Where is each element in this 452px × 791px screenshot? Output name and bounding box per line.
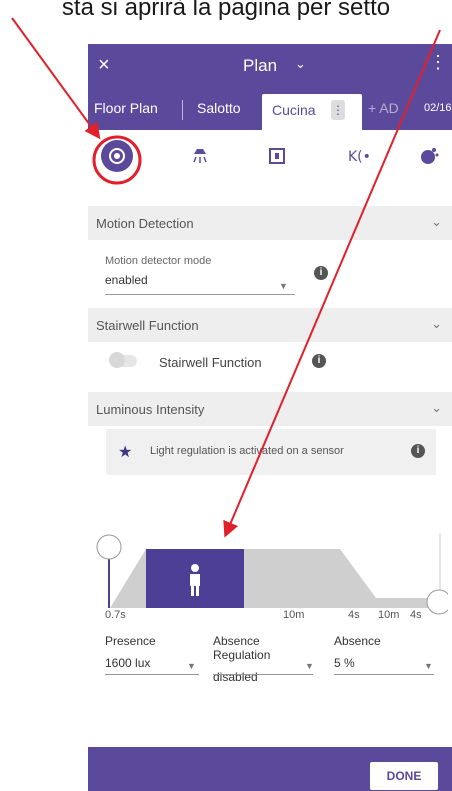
- phone-screen: × Plan ⌄ ⋮ Floor Plan Salotto Cucina ⋮ +…: [88, 44, 452, 791]
- add-tab-button[interactable]: + AD: [368, 100, 399, 116]
- selector-label: Absence: [334, 634, 381, 648]
- presence-slider-handle: [96, 534, 122, 560]
- room-tabs: Floor Plan Salotto Cucina ⋮ + AD 02/16: [88, 90, 452, 130]
- chevron-down-icon[interactable]: ⌄: [431, 214, 442, 230]
- tab-divider: [182, 100, 183, 120]
- scene-icon[interactable]: [416, 142, 444, 170]
- tab-cucina[interactable]: Cucina ⋮: [262, 94, 362, 130]
- person-icon-body: [190, 574, 200, 586]
- section-luminous-intensity[interactable]: Luminous Intensity ⌄: [88, 392, 452, 426]
- info-icon[interactable]: i: [312, 354, 326, 368]
- absence-regulation-selector[interactable]: Absence Regulation disabled ▼: [213, 634, 314, 684]
- dropdown-arrow-icon[interactable]: ▼: [187, 661, 196, 671]
- field-underline: [105, 294, 295, 295]
- footer-bar: DONE: [88, 747, 452, 791]
- section-title: Stairwell Function: [96, 318, 199, 333]
- ceiling-light-icon[interactable]: [186, 142, 214, 170]
- stairwell-toggle[interactable]: [109, 352, 137, 368]
- tab-floor-plan[interactable]: Floor Plan: [94, 100, 158, 116]
- info-icon[interactable]: i: [314, 266, 328, 280]
- presence-selector[interactable]: Presence 1600 lux ▼: [105, 634, 199, 675]
- person-icon-leg-right: [196, 586, 199, 596]
- more-vert-icon[interactable]: ⋮: [429, 52, 447, 73]
- annotation-arrow: [11, 17, 101, 140]
- absence-selector[interactable]: Absence 5 % ▼: [334, 634, 434, 675]
- caption-text: sta si aprirà la pagina per setto: [61, 0, 391, 21]
- close-icon[interactable]: ×: [98, 54, 110, 77]
- svg-text:K(•: K(•: [348, 149, 371, 165]
- sensor-message: ★ Light regulation is activated on a sen…: [106, 429, 436, 475]
- selector-underline: [105, 674, 199, 675]
- motion-mode-field[interactable]: Motion detector mode enabled: [105, 255, 211, 287]
- chevron-down-icon[interactable]: ⌄: [295, 56, 306, 72]
- timeline-label: 0.7s: [105, 609, 126, 621]
- selector-value[interactable]: disabled: [213, 670, 313, 684]
- absence-slider-handle: [426, 589, 448, 615]
- device-icon-row: K(•: [88, 130, 452, 190]
- selector-label: Absence Regulation: [213, 634, 271, 662]
- section-stairwell[interactable]: Stairwell Function ⌄: [88, 308, 452, 342]
- info-icon[interactable]: i: [411, 444, 425, 458]
- field-label: Motion detector mode: [105, 255, 212, 267]
- star-icon: ★: [118, 444, 133, 461]
- selector-underline: [334, 674, 434, 675]
- selector-underline: [213, 674, 313, 675]
- dropdown-arrow-icon[interactable]: ▼: [305, 661, 314, 671]
- selector-value[interactable]: 1600 lux: [105, 656, 199, 670]
- timeline-label: 4s: [348, 609, 360, 621]
- signal-icon[interactable]: K(•: [344, 142, 372, 170]
- section-title: Motion Detection: [96, 216, 194, 231]
- message-text: Light regulation is activated on a senso…: [150, 445, 344, 457]
- chevron-down-icon[interactable]: ⌄: [431, 400, 442, 416]
- dropdown-arrow-icon[interactable]: ▼: [424, 661, 433, 671]
- timeline-label: 10m: [378, 609, 400, 621]
- dropdown-arrow-icon[interactable]: ▼: [279, 281, 288, 291]
- motion-sensor-icon[interactable]: [101, 140, 133, 172]
- person-icon-head: [191, 564, 199, 572]
- toggle-label: Stairwell Function: [159, 355, 262, 370]
- switch-icon[interactable]: [263, 142, 291, 170]
- done-button[interactable]: DONE: [370, 762, 438, 790]
- person-icon-leg-left: [191, 586, 194, 596]
- top-app-bar: × Plan ⌄ ⋮: [88, 44, 452, 90]
- chevron-down-icon[interactable]: ⌄: [431, 316, 442, 332]
- tab-salotto[interactable]: Salotto: [197, 100, 241, 116]
- timeline-label: 4s: [410, 609, 422, 621]
- page-title[interactable]: Plan: [243, 56, 277, 76]
- timeline-label: 10m: [283, 609, 305, 621]
- section-title: Luminous Intensity: [96, 402, 205, 417]
- section-motion-detection[interactable]: Motion Detection ⌄: [88, 206, 452, 240]
- selector-label: Presence: [105, 634, 156, 648]
- tab-menu-icon[interactable]: ⋮: [331, 100, 345, 120]
- field-value[interactable]: enabled: [105, 273, 211, 287]
- tab-counter: 02/16: [422, 102, 452, 114]
- selector-value[interactable]: 5 %: [334, 656, 434, 670]
- tab-cucina-label: Cucina: [272, 102, 316, 118]
